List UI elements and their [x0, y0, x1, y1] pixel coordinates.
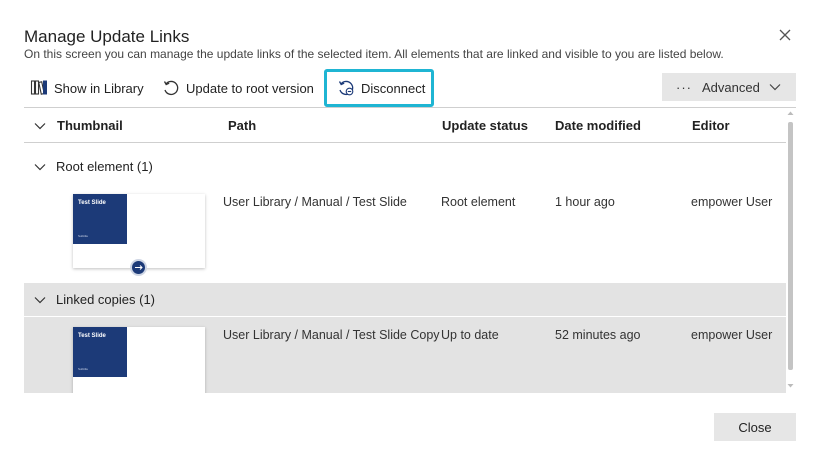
advanced-dropdown[interactable]: ··· Advanced — [662, 73, 796, 101]
group-linked-copies[interactable]: Linked copies (1) — [24, 283, 786, 316]
scroll-up-icon[interactable] — [787, 110, 794, 116]
close-button[interactable]: Close — [714, 413, 796, 441]
disconnect-icon — [338, 80, 354, 96]
slide-subtitle: Subtitle — [78, 367, 89, 371]
row-editor: empower User — [691, 195, 773, 209]
row-date: 1 hour ago — [555, 195, 615, 209]
header-path[interactable]: Path — [228, 118, 256, 133]
row-status: Root element — [441, 195, 516, 209]
table-scrollbar[interactable] — [785, 108, 796, 392]
link-icon — [130, 259, 147, 276]
update-to-root-version-label: Update to root version — [186, 80, 314, 96]
slide-thumbnail: Test Slide Subtitle — [73, 327, 205, 393]
refresh-icon — [163, 80, 179, 96]
row-path: User Library / Manual / Test Slide Copy — [223, 328, 440, 342]
disconnect-button[interactable]: Disconnect — [324, 69, 434, 107]
more-icon: ··· — [676, 79, 692, 95]
chevron-down-icon — [34, 163, 46, 170]
chevron-down-icon — [769, 84, 781, 91]
slide-title: Test Slide — [78, 333, 106, 339]
group-root-element[interactable]: Root element (1) — [24, 150, 786, 183]
slide-preview: Test Slide Subtitle — [73, 194, 127, 244]
advanced-label: Advanced — [702, 79, 760, 95]
scroll-down-icon[interactable] — [787, 383, 794, 389]
group-label: Root element (1) — [56, 159, 153, 174]
library-icon — [30, 80, 47, 95]
slide-thumbnail: Test Slide Subtitle — [73, 194, 205, 276]
dialog-subtitle: On this screen you can manage the update… — [24, 47, 724, 61]
show-in-library-button[interactable]: Show in Library — [30, 72, 144, 104]
table-row[interactable]: Test Slide Subtitle User Library / Manua… — [24, 317, 786, 393]
update-links-table: Thumbnail Path Update status Date modifi… — [24, 107, 796, 393]
disconnect-label: Disconnect — [361, 80, 426, 96]
header-thumbnail[interactable]: Thumbnail — [57, 118, 123, 133]
manage-update-links-dialog: Manage Update Links On this screen you c… — [0, 0, 820, 469]
header-editor[interactable]: Editor — [692, 118, 730, 133]
table-row[interactable]: Test Slide Subtitle User Library / Manua… — [24, 184, 786, 282]
header-date-modified[interactable]: Date modified — [555, 118, 641, 133]
close-icon[interactable] — [776, 26, 794, 44]
slide-preview: Test Slide Subtitle — [73, 327, 127, 377]
slide-title: Test Slide — [78, 200, 106, 206]
scroll-thumb[interactable] — [788, 122, 793, 370]
slide-subtitle: Subtitle — [78, 234, 89, 238]
row-date: 52 minutes ago — [555, 328, 641, 342]
header-update-status[interactable]: Update status — [442, 118, 528, 133]
row-path: User Library / Manual / Test Slide — [223, 195, 407, 209]
show-in-library-label: Show in Library — [54, 80, 144, 96]
table-header: Thumbnail Path Update status Date modifi… — [24, 108, 786, 143]
chevron-down-icon — [34, 296, 46, 303]
update-to-root-version-button[interactable]: Update to root version — [162, 72, 314, 104]
row-status: Up to date — [441, 328, 499, 342]
dialog-title: Manage Update Links — [24, 27, 190, 46]
group-label: Linked copies (1) — [56, 292, 155, 307]
toolbar: Show in Library Update to root version D… — [24, 69, 796, 107]
row-editor: empower User — [691, 328, 773, 342]
chevron-down-icon[interactable] — [34, 120, 46, 132]
